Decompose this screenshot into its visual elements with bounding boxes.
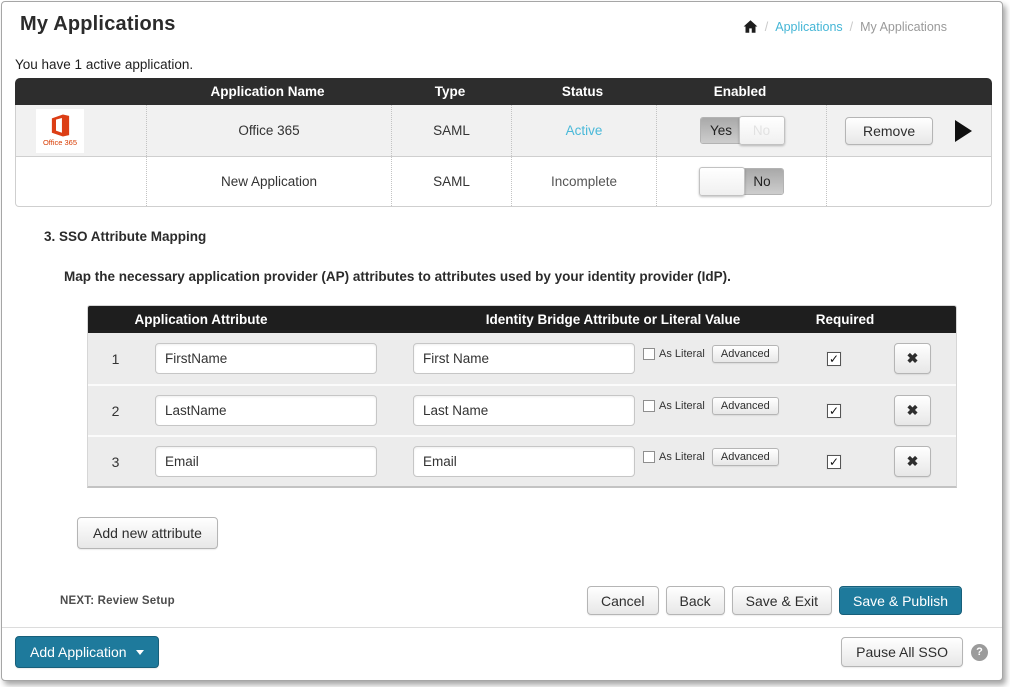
application-attribute-input[interactable]: [155, 395, 377, 426]
as-literal-checkbox[interactable]: [643, 400, 655, 412]
column-status: Status: [510, 78, 655, 105]
chevron-down-icon: [136, 650, 144, 655]
page-header: My Applications / Applications / My Appl…: [15, 2, 992, 36]
row-number: 3: [88, 454, 143, 470]
advanced-button[interactable]: Advanced: [712, 345, 779, 363]
attribute-table-header: Application Attribute Identity Bridge At…: [88, 306, 956, 333]
toggle-off-label: No: [742, 169, 783, 194]
breadcrumb-separator: /: [850, 20, 853, 34]
applications-table: Application Name Type Status Enabled Off…: [15, 78, 992, 207]
actions-cell: Remove: [826, 105, 991, 156]
save-exit-button[interactable]: Save & Exit: [732, 586, 832, 615]
pause-all-sso-button[interactable]: Pause All SSO: [841, 637, 963, 667]
footer-bar: Add Application Pause All SSO ?: [2, 627, 1002, 680]
remove-button[interactable]: Remove: [845, 117, 933, 145]
required-checkbox[interactable]: ✓: [827, 352, 841, 366]
advanced-button[interactable]: Advanced: [712, 397, 779, 415]
application-attribute-input[interactable]: [155, 343, 377, 374]
column-logo: [15, 78, 145, 105]
application-attribute-input[interactable]: [155, 446, 377, 477]
office365-logo: Office 365: [16, 105, 146, 156]
attribute-row-3: 3 As Literal Advanced ✓ ✖: [88, 435, 956, 486]
row-number: 1: [88, 351, 143, 367]
wizard-actions-row: NEXT: Review Setup Cancel Back Save & Ex…: [60, 586, 992, 615]
as-literal-label: As Literal: [659, 400, 705, 412]
empty-logo-cell: [16, 157, 146, 206]
enabled-toggle-office365[interactable]: Yes No: [700, 117, 784, 144]
delete-attribute-button[interactable]: ✖: [894, 343, 931, 374]
application-type: SAML: [391, 105, 511, 156]
save-publish-button[interactable]: Save & Publish: [839, 586, 962, 615]
add-new-attribute-button[interactable]: Add new attribute: [77, 517, 218, 549]
wizard-buttons: Cancel Back Save & Exit Save & Publish: [587, 586, 962, 615]
advanced-button[interactable]: Advanced: [712, 448, 779, 466]
footer-right-group: Pause All SSO ?: [841, 637, 988, 667]
next-step-label: NEXT: Review Setup: [60, 595, 175, 607]
as-literal-checkbox[interactable]: [643, 348, 655, 360]
active-application-count: You have 1 active application.: [15, 57, 992, 72]
column-application-attribute: Application Attribute: [135, 306, 268, 333]
add-application-label: Add Application: [30, 644, 127, 660]
page-title: My Applications: [20, 13, 176, 36]
enabled-toggle-new-application[interactable]: No: [700, 168, 784, 195]
actions-cell: [826, 157, 991, 206]
main-content: My Applications / Applications / My Appl…: [2, 2, 1002, 627]
identity-bridge-attribute-input[interactable]: [413, 395, 635, 426]
toggle-knob[interactable]: No: [739, 116, 785, 145]
column-application-name: Application Name: [145, 78, 390, 105]
delete-attribute-button[interactable]: ✖: [894, 395, 931, 426]
application-status: Incomplete: [511, 157, 656, 206]
application-name: New Application: [146, 157, 391, 206]
column-enabled: Enabled: [655, 78, 825, 105]
identity-bridge-attribute-input[interactable]: [413, 446, 635, 477]
applications-table-header: Application Name Type Status Enabled: [15, 78, 992, 105]
enabled-cell: No: [656, 157, 826, 206]
column-actions: [825, 78, 992, 105]
sso-attribute-mapping-description: Map the necessary application provider (…: [64, 269, 992, 284]
breadcrumb-link-applications[interactable]: Applications: [775, 20, 842, 34]
app-window: My Applications / Applications / My Appl…: [1, 1, 1003, 681]
cancel-button[interactable]: Cancel: [587, 586, 659, 615]
attribute-row-2: 2 As Literal Advanced ✓ ✖: [88, 384, 956, 435]
required-checkbox[interactable]: ✓: [827, 404, 841, 418]
column-type: Type: [390, 78, 510, 105]
as-literal-label: As Literal: [659, 451, 705, 463]
help-icon[interactable]: ?: [971, 644, 988, 661]
enabled-cell: Yes No: [656, 105, 826, 156]
expand-arrow-icon[interactable]: [955, 120, 972, 142]
attribute-row-1: 1 As Literal Advanced ✓ ✖: [88, 333, 956, 384]
column-identity-bridge-attribute: Identity Bridge Attribute or Literal Val…: [486, 306, 741, 333]
office365-logo-text: Office 365: [43, 138, 77, 147]
column-required: Required: [816, 306, 875, 333]
status-incomplete-label: Incomplete: [551, 174, 617, 189]
back-button[interactable]: Back: [666, 586, 725, 615]
delete-attribute-button[interactable]: ✖: [894, 446, 931, 477]
home-icon[interactable]: [743, 19, 758, 34]
breadcrumb-current: My Applications: [860, 20, 947, 34]
breadcrumb: / Applications / My Applications: [743, 19, 947, 34]
breadcrumb-separator: /: [765, 20, 768, 34]
table-row-office365[interactable]: Office 365 Office 365 SAML Active Yes No…: [15, 105, 992, 157]
application-status: Active: [511, 105, 656, 156]
attribute-mapping-table: Application Attribute Identity Bridge At…: [87, 305, 957, 488]
status-active-label: Active: [566, 123, 603, 138]
sso-attribute-mapping-heading: 3. SSO Attribute Mapping: [44, 229, 992, 244]
required-checkbox[interactable]: ✓: [827, 455, 841, 469]
as-literal-label: As Literal: [659, 348, 705, 360]
as-literal-checkbox[interactable]: [643, 451, 655, 463]
identity-bridge-attribute-input[interactable]: [413, 343, 635, 374]
toggle-on-label: Yes: [701, 118, 742, 143]
toggle-knob[interactable]: [699, 167, 745, 196]
application-type: SAML: [391, 157, 511, 206]
add-application-dropdown-button[interactable]: Add Application: [15, 636, 159, 668]
row-number: 2: [88, 403, 143, 419]
table-row-new-application[interactable]: New Application SAML Incomplete No: [15, 157, 992, 207]
application-name: Office 365: [146, 105, 391, 156]
office365-logo-icon: [49, 114, 72, 137]
